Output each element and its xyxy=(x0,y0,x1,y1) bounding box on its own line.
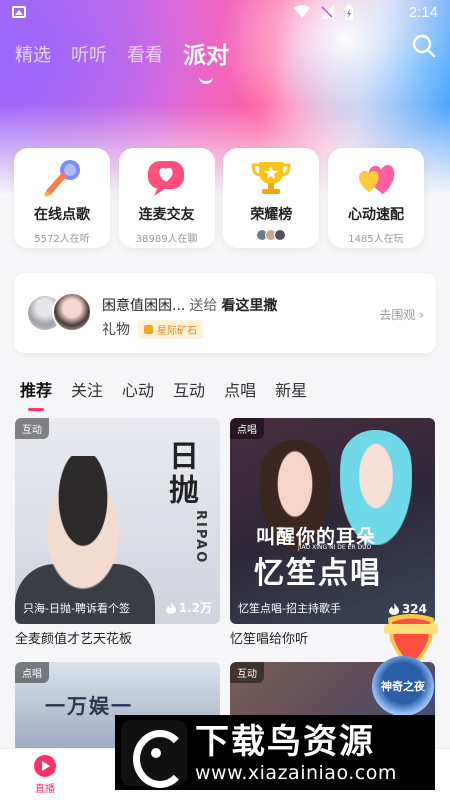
hot-count-value: 1.2万 xyxy=(178,601,212,615)
gift-item-row: 礼物 星际矿石 xyxy=(102,319,203,339)
subtab-recommend[interactable]: 推荐 xyxy=(20,377,52,411)
receiver-avatar xyxy=(52,292,92,332)
gift-badge-label: 星际矿石 xyxy=(157,325,197,337)
feature-cards: 在线点歌 5572人在听 连麦交友 38989人在聊 荣耀榜 心动速配 1485… xyxy=(14,148,424,248)
tab-kankan[interactable]: 看看 xyxy=(127,42,163,70)
tab-tingting[interactable]: 听听 xyxy=(71,42,107,70)
feature-mic-friends[interactable]: 连麦交友 38989人在聊 xyxy=(118,148,215,248)
top-nav: 精选 听听 看看 派对 xyxy=(15,30,249,84)
flame-icon xyxy=(165,601,176,614)
watermark-title: 下载鸟资源 xyxy=(195,721,375,762)
poster-pinyin: JIAO XING NI DE ER DUO xyxy=(298,544,372,551)
status-bar: 2:14 xyxy=(0,0,450,26)
room-caption: 忆笙点唱-招主持歌手 xyxy=(238,602,341,615)
gift-badge: 星际矿石 xyxy=(138,319,203,339)
room-title[interactable]: 全麦颜值才艺天花板 xyxy=(15,628,132,647)
avatar-stack xyxy=(256,229,287,241)
feature-online-song[interactable]: 在线点歌 5572人在听 xyxy=(14,148,110,248)
gift-receiver: 看这里撒 xyxy=(221,298,278,314)
gift-box-icon xyxy=(144,324,153,334)
microphone-icon xyxy=(44,160,80,197)
avatar xyxy=(274,229,287,241)
subtab-heart[interactable]: 心动 xyxy=(122,377,154,401)
watch-link-label: 去围观 xyxy=(379,308,416,322)
room-tag: 互动 xyxy=(15,418,49,439)
subtab-sing[interactable]: 点唱 xyxy=(224,377,256,401)
watermark-url: www.xiazainiao.com xyxy=(195,761,397,784)
event-badge[interactable]: 神奇之夜 xyxy=(372,656,434,716)
status-time: 2:14 xyxy=(408,4,438,21)
watch-link[interactable]: 去围观 › xyxy=(379,306,424,323)
subtab-follow[interactable]: 关注 xyxy=(71,377,103,401)
gallery-notification-icon xyxy=(12,6,26,18)
tab-paidui[interactable]: 派对 xyxy=(183,42,229,84)
search-icon[interactable] xyxy=(412,34,436,58)
gift-sender: 困意值困困... xyxy=(102,298,186,314)
room-caption: 只海-日抛-聘诉看个签 xyxy=(23,602,130,615)
room-title[interactable]: 忆笙唱给你听 xyxy=(230,628,308,647)
event-badge-label: 神奇之夜 xyxy=(381,680,425,693)
poster-subtitle: RIPAO xyxy=(193,510,208,565)
chevron-right-icon: › xyxy=(419,308,424,322)
gift-message: 困意值困困... 送给 看这里撒 xyxy=(102,295,277,315)
hot-count: 1.2万 xyxy=(165,599,212,616)
feature-title: 连麦交友 xyxy=(138,207,195,223)
room-card[interactable]: 日抛 RIPAO 互动 只海-日抛-聘诉看个签 1.2万 xyxy=(15,418,220,624)
room-tag: 点唱 xyxy=(230,418,264,439)
double-heart-icon xyxy=(359,165,395,194)
feature-subtitle: 38989人在聊 xyxy=(135,234,198,245)
nav-live-label: 直播 xyxy=(35,783,55,795)
gift-action: 送给 xyxy=(189,298,218,314)
subtab-interact[interactable]: 互动 xyxy=(173,377,205,401)
sub-tabs: 推荐 关注 心动 互动 点唱 新星 xyxy=(20,377,326,411)
signal-icon xyxy=(320,5,334,19)
gift-banner[interactable]: 困意值困困... 送给 看这里撒 礼物 星际矿石 去围观 › xyxy=(14,273,436,353)
feature-honor-list[interactable]: 荣耀榜 xyxy=(223,148,320,248)
trophy-icon xyxy=(251,162,291,194)
feature-subtitle: 5572人在听 xyxy=(34,234,90,245)
gift-item: 礼物 xyxy=(102,322,130,338)
feature-subtitle: 1485人在玩 xyxy=(348,234,404,245)
poster-title: 日抛 xyxy=(163,440,198,508)
battery-icon xyxy=(345,5,353,20)
room-card[interactable]: 叫醒你的耳朵 忆笙点唱 JIAO XING NI DE ER DUO 点唱 忆笙… xyxy=(230,418,435,624)
play-icon xyxy=(34,754,56,777)
poster-title: 忆笙点唱 xyxy=(254,556,382,591)
poster-face xyxy=(33,456,133,596)
watermark: 下载鸟资源 www.xiazainiao.com xyxy=(115,715,435,790)
tab-jingxuan[interactable]: 精选 xyxy=(15,42,51,70)
wifi-icon xyxy=(294,5,310,18)
heart-chat-icon xyxy=(147,161,184,196)
feature-title: 心动速配 xyxy=(347,207,404,223)
nav-live[interactable]: 直播 xyxy=(10,754,80,795)
watermark-text: 下载鸟资源 www.xiazainiao.com xyxy=(195,722,397,784)
bird-logo-icon xyxy=(121,719,187,788)
room-tag: 点唱 xyxy=(15,662,49,683)
room-tag: 互动 xyxy=(230,662,264,683)
feature-heart-match[interactable]: 心动速配 1485人在玩 xyxy=(327,148,424,248)
feature-title: 在线点歌 xyxy=(34,207,90,223)
feature-title: 荣耀榜 xyxy=(250,207,293,223)
subtab-newstar[interactable]: 新星 xyxy=(275,377,307,401)
status-icons xyxy=(294,5,354,21)
